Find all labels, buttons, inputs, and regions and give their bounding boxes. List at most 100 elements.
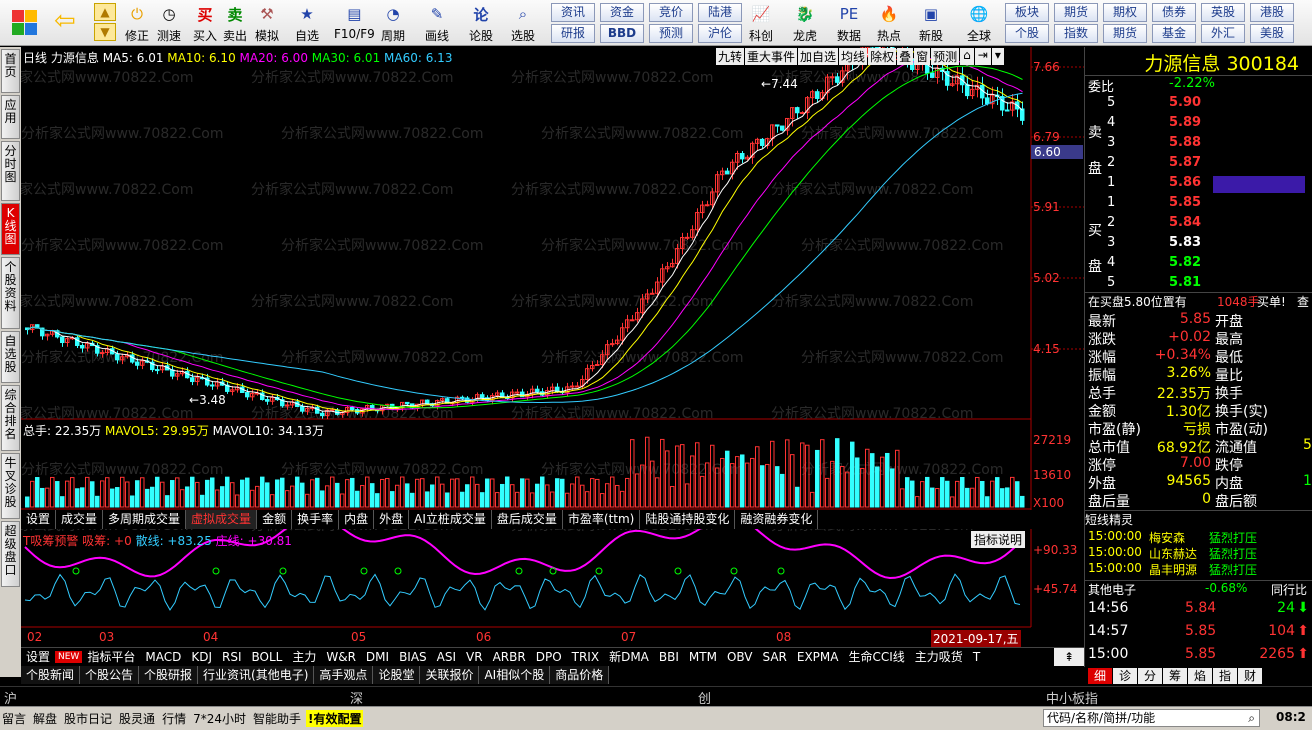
sprite-row[interactable]: 15:00:00 山东赫达 猛烈打压: [1085, 545, 1312, 561]
buy-button[interactable]: 买买入: [192, 2, 218, 44]
revise-button[interactable]: ⏻ 修正: [124, 2, 150, 44]
index-sh[interactable]: 沪: [4, 688, 17, 707]
status-item[interactable]: 7*24小时: [193, 710, 246, 727]
app-logo-icon[interactable]: [6, 6, 42, 40]
sector-tab[interactable]: 板块: [1005, 3, 1049, 22]
tab-macd[interactable]: MACD: [140, 648, 186, 666]
screener-button[interactable]: ⌕ 选股: [510, 2, 536, 44]
bid-row-2[interactable]: 2 5.84: [1085, 215, 1312, 235]
indicator-help-button[interactable]: 指标说明: [971, 531, 1026, 548]
up-arrow-icon[interactable]: ▲: [94, 3, 116, 21]
ask-row-1[interactable]: 5 5.90: [1085, 95, 1312, 115]
sidebar-item-kline[interactable]: K线图: [1, 203, 20, 255]
futures-tab-2[interactable]: 期货: [1103, 24, 1147, 43]
quote-tab[interactable]: 财: [1238, 668, 1262, 684]
global-button[interactable]: 🌐 全球: [966, 2, 992, 44]
tab-new-dma[interactable]: 新DMA: [604, 648, 654, 666]
hk-stock-tab[interactable]: 港股: [1250, 3, 1294, 22]
tab-margin[interactable]: 融资融券变化: [735, 510, 819, 529]
search-input[interactable]: 代码/名称/简拼/功能 ⌕: [1043, 709, 1260, 727]
tab-multi-period-volume[interactable]: 多周期成交量: [103, 510, 187, 529]
tab-stock-research[interactable]: 个股研报: [139, 666, 199, 684]
ask-row-5[interactable]: 1 5.86: [1085, 175, 1312, 195]
sprite-row[interactable]: 15:00:00 梅安森 猛烈打压: [1085, 529, 1312, 545]
sh-london-tab[interactable]: 沪伦: [698, 24, 742, 43]
index-sz[interactable]: 深: [350, 688, 363, 707]
ma-button[interactable]: 均线: [839, 48, 868, 65]
tab-bias[interactable]: BIAS: [394, 648, 432, 666]
sell-button[interactable]: 卖卖出: [222, 2, 248, 44]
tab-expma[interactable]: EXPMA: [792, 648, 844, 666]
tab-amount[interactable]: 金额: [257, 510, 293, 529]
window-button[interactable]: 窗: [914, 48, 931, 65]
add-watch-button[interactable]: 加自选: [798, 48, 839, 65]
quote-tab[interactable]: 诊: [1113, 668, 1137, 684]
status-item[interactable]: 智能助手: [253, 710, 301, 727]
tab-vr[interactable]: VR: [461, 648, 488, 666]
index-cy[interactable]: 创: [698, 688, 711, 707]
status-item[interactable]: 解盘: [33, 710, 57, 727]
quote-tab[interactable]: 筹: [1163, 668, 1187, 684]
options-tab[interactable]: 期权: [1103, 3, 1147, 22]
us-stock-tab[interactable]: 美股: [1250, 24, 1294, 43]
ask-row-2[interactable]: 4 5.89: [1085, 115, 1312, 135]
tab-expert-views[interactable]: 高手观点: [314, 666, 374, 684]
tab-accumulation[interactable]: 主力吸货: [910, 648, 968, 666]
status-item[interactable]: 股市日记: [64, 710, 112, 727]
tab-connect-holding[interactable]: 陆股通持股变化: [640, 510, 736, 529]
speedtest-button[interactable]: ◷ 测速: [156, 2, 182, 44]
quote-tab[interactable]: 指: [1213, 668, 1237, 684]
draw-button[interactable]: ✎ 画线: [424, 2, 450, 44]
tab-sar[interactable]: SAR: [757, 648, 791, 666]
forecast-tab[interactable]: 预测: [649, 24, 693, 43]
pin-icon[interactable]: ⇞: [1054, 648, 1084, 666]
tab-main-force[interactable]: 主力: [287, 648, 321, 666]
tab-ai-similar[interactable]: AI相似个股: [479, 666, 551, 684]
tab-t[interactable]: T: [968, 648, 985, 666]
quote-tab[interactable]: 细: [1088, 668, 1112, 684]
tab-wr[interactable]: W&R: [321, 648, 361, 666]
sidebar-item-profile[interactable]: 个股资料: [1, 257, 20, 329]
star-market-button[interactable]: 📈 科创: [748, 2, 774, 44]
quote-tab[interactable]: 焰: [1188, 668, 1212, 684]
news-tab[interactable]: 资讯: [551, 3, 595, 22]
status-item[interactable]: 留言: [2, 710, 26, 727]
sprite-title[interactable]: 短线精灵: [1085, 510, 1312, 528]
bid-row-1[interactable]: 1 5.85: [1085, 195, 1312, 215]
tab-indicator-settings[interactable]: 设置: [21, 648, 55, 666]
tab-volume[interactable]: 成交量: [56, 510, 104, 529]
tab-forum[interactable]: 论股堂: [373, 666, 421, 684]
exright-button[interactable]: 除权: [868, 48, 897, 65]
dropdown-icon[interactable]: ▾: [991, 48, 1004, 65]
tab-dmi[interactable]: DMI: [361, 648, 394, 666]
tab-trix[interactable]: TRIX: [567, 648, 604, 666]
index-zxb[interactable]: 中小板指: [1046, 688, 1098, 707]
sidebar-item-home[interactable]: 首页: [1, 49, 20, 93]
tab-arbr[interactable]: ARBR: [488, 648, 531, 666]
tab-stock-announcements[interactable]: 个股公告: [80, 666, 140, 684]
funds-tab[interactable]: 基金: [1152, 24, 1196, 43]
tab-cci[interactable]: 生命CCI线: [843, 648, 909, 666]
watchlist-button[interactable]: ★ 自选: [294, 2, 320, 44]
tab-after-hours[interactable]: 盘后成交量: [492, 510, 563, 529]
stock-tab[interactable]: 个股: [1005, 24, 1049, 43]
tab-bbi[interactable]: BBI: [654, 648, 684, 666]
sidebar-item-apps[interactable]: 应用: [1, 95, 20, 139]
tab-ai-volume[interactable]: AI立桩成交量: [409, 510, 492, 529]
tab-settings[interactable]: 设置: [21, 510, 57, 529]
bonds-tab[interactable]: 债券: [1152, 3, 1196, 22]
kline-chart[interactable]: 分析家公式网www.70822.Com 分析家公式网www.70822.Com 分析…: [21, 47, 1084, 647]
sidebar-item-superquote[interactable]: 超级盘口: [1, 521, 20, 587]
tab-inner[interactable]: 内盘: [339, 510, 375, 529]
fund-tab[interactable]: 资金: [600, 3, 644, 22]
uk-stock-tab[interactable]: 英股: [1201, 3, 1245, 22]
dragon-tiger-button[interactable]: 🐉 龙虎: [792, 2, 818, 44]
bid-row-3[interactable]: 3 5.83: [1085, 235, 1312, 255]
ipo-button[interactable]: ▣ 新股: [918, 2, 944, 44]
overlay-button[interactable]: 叠: [897, 48, 914, 65]
lock-icon[interactable]: ⌂: [960, 48, 974, 65]
sidebar-item-timeshare[interactable]: 分时图: [1, 141, 20, 201]
nine-turn-button[interactable]: 九转: [716, 48, 745, 65]
sidebar-item-ranking[interactable]: 综合排名: [1, 385, 20, 451]
down-arrow-icon[interactable]: ▼: [94, 23, 116, 41]
